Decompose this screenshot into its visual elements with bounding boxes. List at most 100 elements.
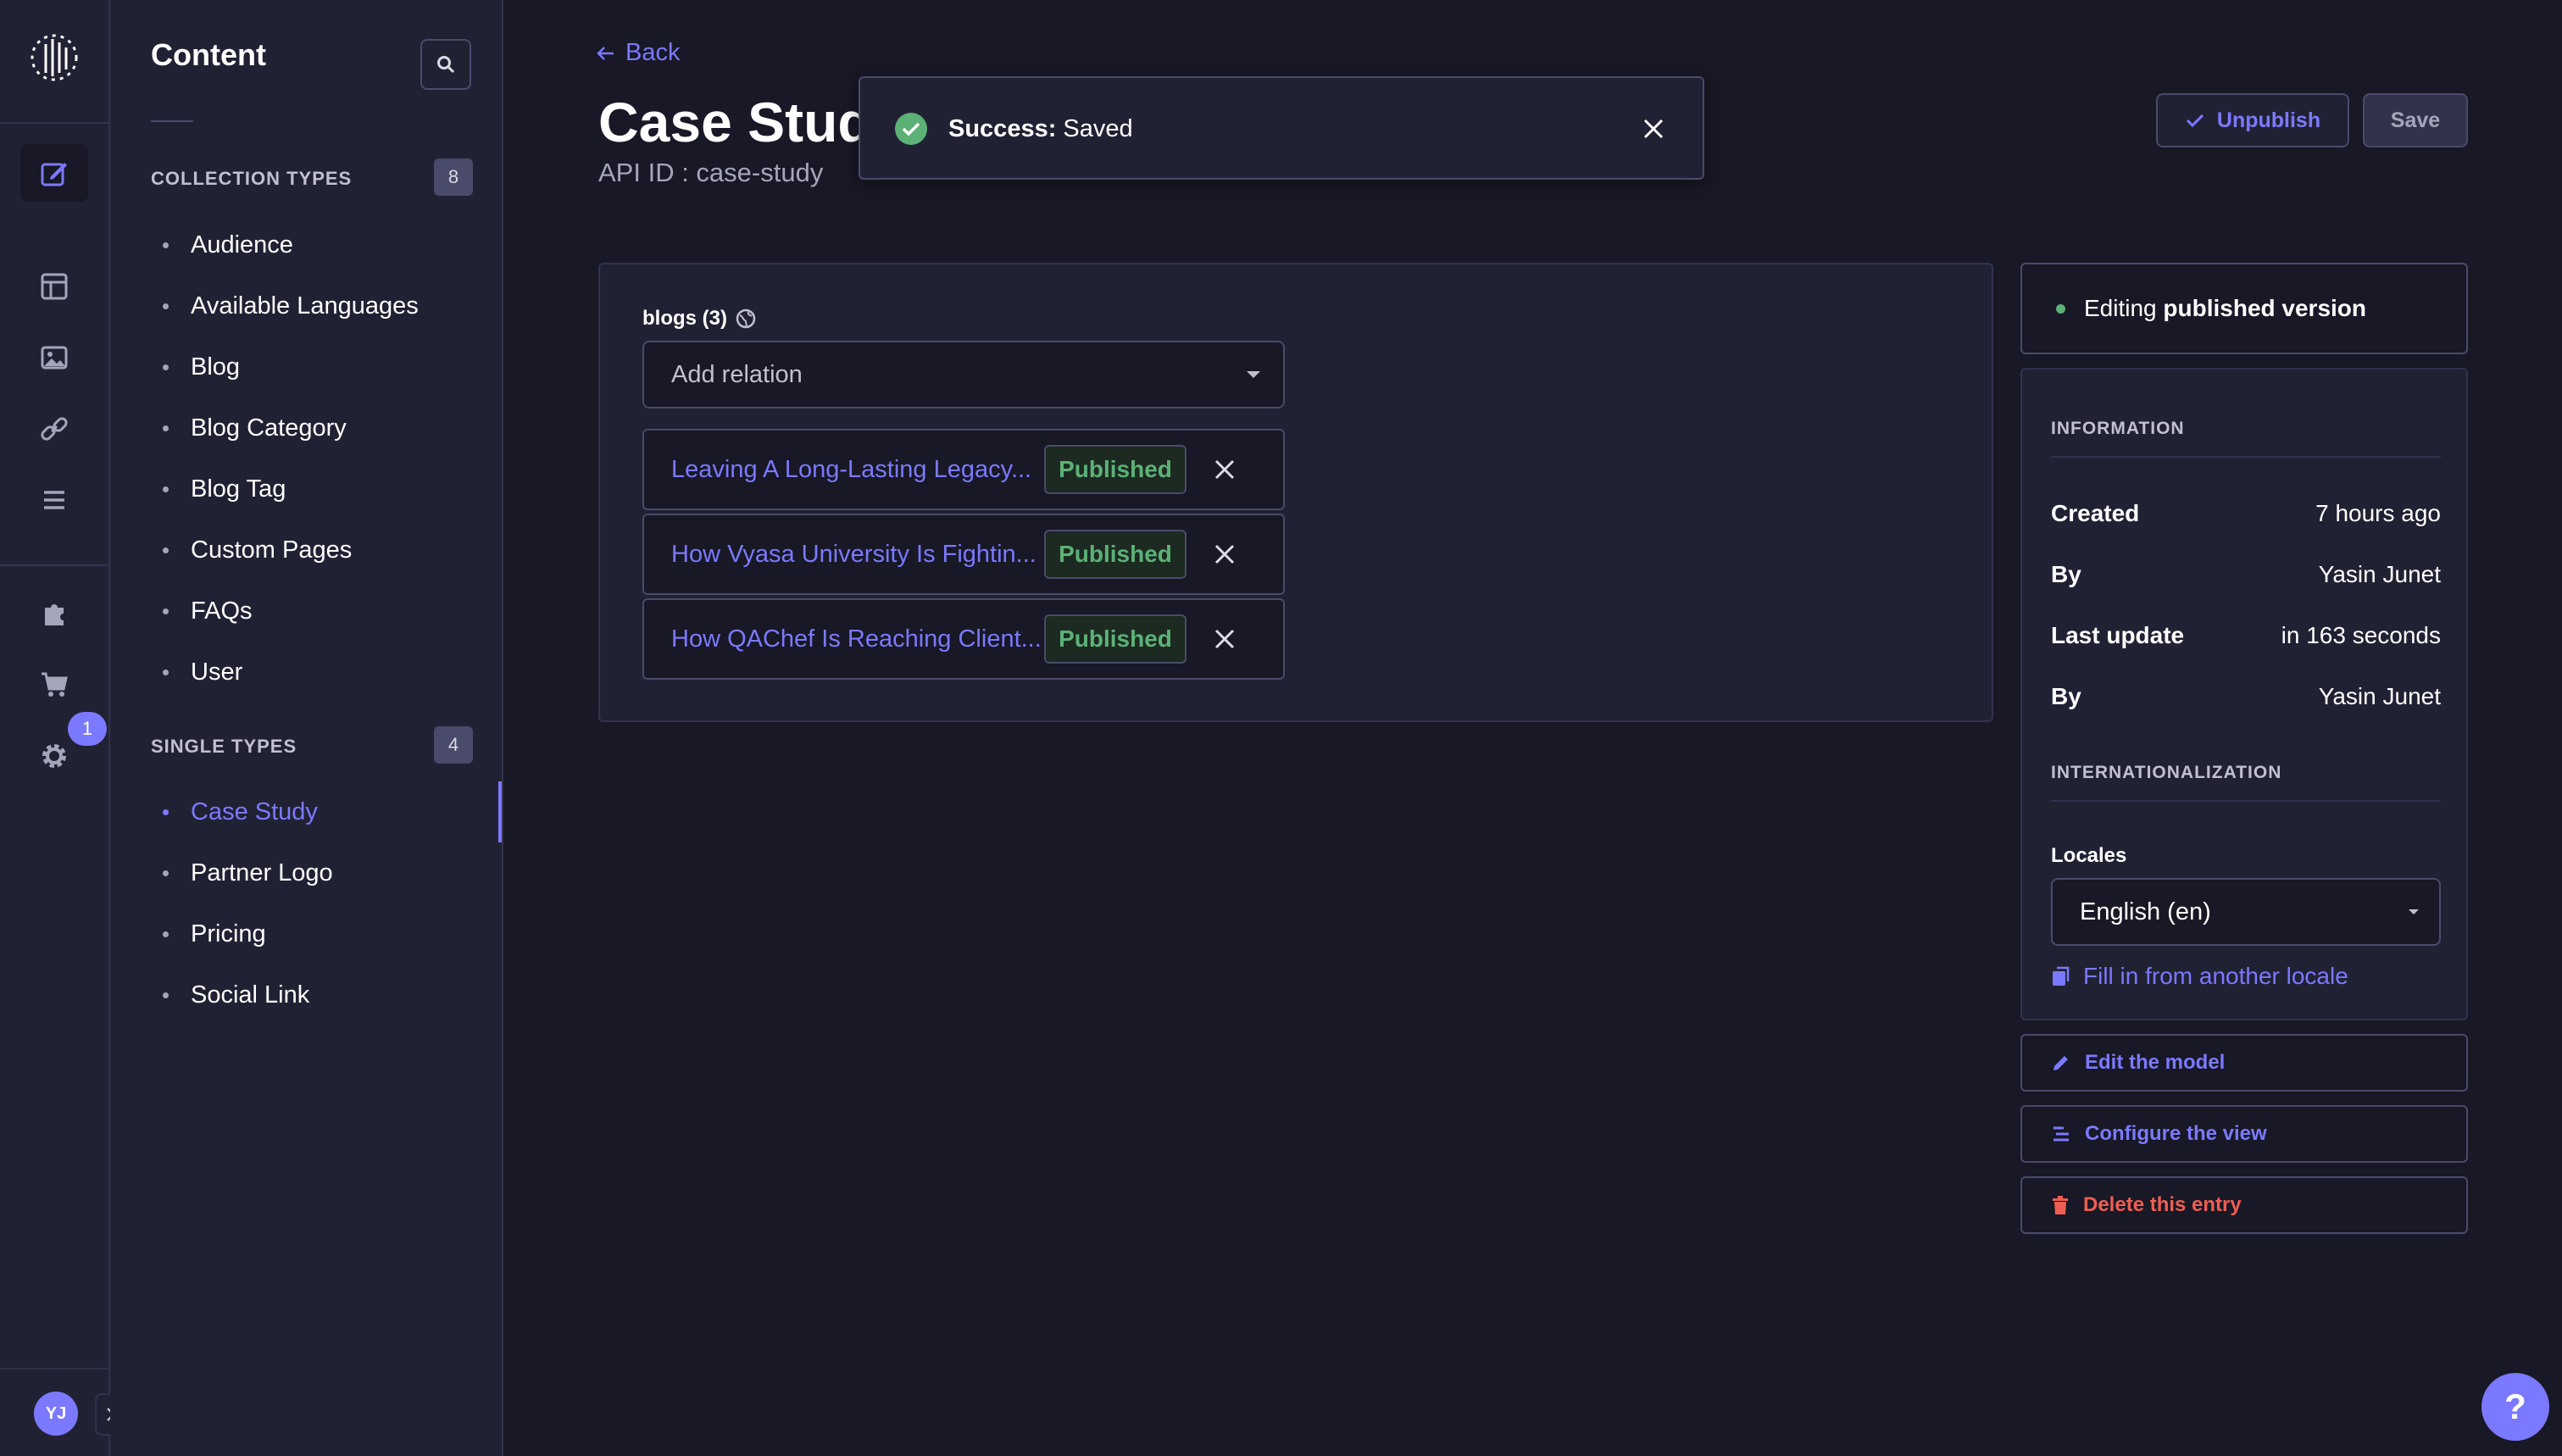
add-relation-select[interactable]: Add relation: [642, 341, 1285, 408]
configure-view-button[interactable]: Configure the view: [2020, 1105, 2468, 1163]
settings-notification-badge: 1: [68, 712, 107, 746]
help-button[interactable]: ?: [2481, 1373, 2549, 1441]
nav-plugins[interactable]: [20, 585, 88, 642]
active-indicator: [498, 781, 502, 842]
nav-link-case-study[interactable]: Case Study: [151, 786, 500, 838]
nav-link-user[interactable]: User: [151, 646, 500, 698]
nav-marketplace[interactable]: [20, 656, 88, 714]
information-heading: INFORMATION: [2051, 419, 2185, 438]
nav-links[interactable]: [20, 400, 88, 458]
single-types-heading[interactable]: SINGLE TYPES: [151, 736, 297, 758]
page-title: Case Study: [598, 91, 870, 153]
nav-link-available-languages[interactable]: Available Languages: [151, 280, 500, 332]
list-icon: [41, 486, 68, 514]
bullet: [163, 303, 169, 309]
unpublish-button[interactable]: Unpublish: [2156, 93, 2349, 147]
nav-link-pricing[interactable]: Pricing: [151, 908, 500, 960]
nav-media-library[interactable]: [20, 329, 88, 386]
check-icon: [2185, 112, 2205, 129]
delete-entry-label: Delete this entry: [2083, 1193, 2242, 1216]
remove-icon[interactable]: [1212, 626, 1237, 652]
status-prefix: Editing: [2084, 295, 2157, 321]
locales-label: Locales: [2051, 844, 2127, 867]
status-dot: [2056, 303, 2065, 314]
configure-view-label: Configure the view: [2085, 1122, 2267, 1145]
nav-divider: [0, 1368, 108, 1370]
updated-by-row: By Yasin Junet: [2051, 683, 2441, 710]
created-by-value: Yasin Junet: [2318, 561, 2441, 587]
nav-link-label: Partner Logo: [191, 859, 333, 886]
unpublish-label: Unpublish: [2216, 108, 2321, 132]
close-icon[interactable]: [1638, 114, 1669, 144]
strapi-logo-icon[interactable]: [25, 29, 83, 86]
updated-by-value: Yasin Junet: [2318, 683, 2441, 709]
toast-title: Success:: [948, 115, 1057, 142]
nav-content-type-builder[interactable]: [20, 258, 88, 315]
subnav-search-button[interactable]: [420, 39, 471, 90]
toast-body: Saved: [1063, 115, 1133, 142]
caret-down-icon: [1244, 369, 1263, 381]
bullet: [163, 547, 169, 553]
nav-link-blog-category[interactable]: Blog Category: [151, 402, 500, 454]
nav-divider: [0, 564, 108, 566]
nav-list[interactable]: [20, 471, 88, 529]
locale-value: English (en): [2080, 897, 2211, 925]
edit-form-card: blogs (3) Add relation Leaving A Long-La…: [598, 263, 1993, 722]
panel-divider: [2051, 456, 2441, 458]
nav-link-blog-tag[interactable]: Blog Tag: [151, 463, 500, 515]
nav-link-faqs[interactable]: FAQs: [151, 585, 500, 637]
fill-from-locale-link[interactable]: Fill in from another locale: [2051, 963, 2348, 990]
fill-link-label: Fill in from another locale: [2083, 963, 2348, 989]
created-by-label: By: [2051, 561, 2081, 587]
bullet: [163, 992, 169, 998]
edit-model-button[interactable]: Edit the model: [2020, 1034, 2468, 1092]
user-avatar[interactable]: YJ: [34, 1392, 78, 1436]
nav-content-manager[interactable]: [20, 144, 88, 202]
back-link[interactable]: Back: [595, 39, 680, 67]
status-badge: Published: [1044, 445, 1187, 494]
blogs-field-label: blogs (3): [642, 307, 756, 331]
bullet: [163, 870, 169, 876]
content-subnav: Content COLLECTION TYPES 8 Audience Avai…: [110, 0, 503, 1456]
editing-status: Editing published version: [2020, 263, 2468, 354]
remove-icon[interactable]: [1212, 457, 1237, 482]
toast-message: Success: Saved: [948, 115, 1133, 143]
relation-title[interactable]: Leaving A Long-Lasting Legacy...: [671, 456, 1044, 484]
bullet: [163, 608, 169, 614]
nav-link-partner-logo[interactable]: Partner Logo: [151, 847, 500, 899]
main-nav: 1 YJ: [0, 0, 127, 1456]
updated-by-label: By: [2051, 683, 2081, 709]
nav-divider: [0, 122, 108, 124]
nav-link-social-link[interactable]: Social Link: [151, 969, 500, 1021]
nav-link-blog[interactable]: Blog: [151, 341, 500, 393]
success-toast: Success: Saved: [859, 76, 1704, 180]
relation-item[interactable]: Leaving A Long-Lasting Legacy... Publish…: [642, 429, 1285, 510]
layout-lines-icon: [2051, 1124, 2071, 1144]
single-types-count: 4: [434, 726, 473, 764]
subnav-title: Content: [151, 37, 266, 72]
collection-types-count: 8: [434, 158, 473, 196]
relation-item[interactable]: How QAChef Is Reaching Client... Publish…: [642, 598, 1285, 680]
link-icon: [40, 414, 69, 443]
cart-icon: [39, 670, 69, 700]
bullet: [163, 809, 169, 815]
content-manager-icon: [39, 158, 69, 188]
relation-item[interactable]: How Vyasa University Is Fightin... Publi…: [642, 514, 1285, 595]
api-id: API ID : case-study: [598, 158, 824, 187]
bullet: [163, 931, 169, 937]
globe-icon: [736, 308, 756, 329]
locale-select[interactable]: English (en): [2051, 878, 2441, 946]
nav-link-custom-pages[interactable]: Custom Pages: [151, 524, 500, 576]
remove-icon[interactable]: [1212, 542, 1237, 567]
relation-title[interactable]: How Vyasa University Is Fightin...: [671, 541, 1044, 569]
nav-link-label: Social Link: [191, 981, 310, 1009]
nav-link-audience[interactable]: Audience: [151, 219, 500, 271]
blogs-label-text: blogs (3): [642, 307, 727, 330]
relation-title[interactable]: How QAChef Is Reaching Client...: [671, 625, 1044, 653]
nav-link-label: Available Languages: [191, 292, 419, 320]
save-button[interactable]: Save: [2363, 93, 2468, 147]
panel-divider: [2051, 800, 2441, 802]
collection-types-heading[interactable]: COLLECTION TYPES: [151, 168, 352, 190]
delete-entry-button[interactable]: Delete this entry: [2020, 1176, 2468, 1234]
bullet: [163, 242, 169, 248]
